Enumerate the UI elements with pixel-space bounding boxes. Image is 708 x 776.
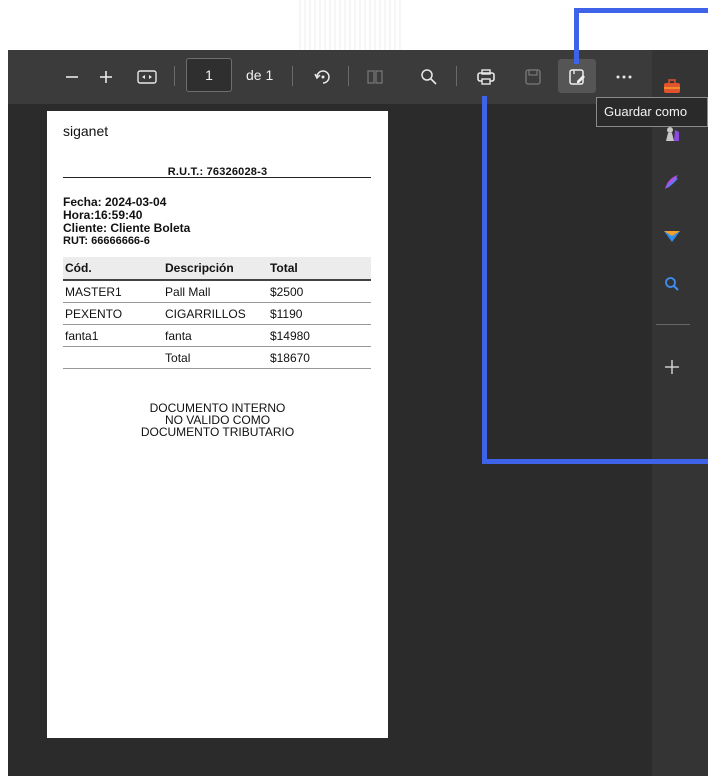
zoom-out-icon[interactable] bbox=[60, 62, 84, 92]
pen-icon[interactable] bbox=[656, 170, 688, 194]
table-total-row: Total $18670 bbox=[63, 346, 371, 369]
send-icon[interactable] bbox=[656, 224, 688, 248]
table-cell: $1190 bbox=[267, 302, 371, 325]
table-cell bbox=[63, 346, 164, 369]
save-as-icon[interactable] bbox=[564, 62, 590, 92]
page-number-input[interactable]: 1 bbox=[186, 58, 232, 92]
toolbox-icon[interactable] bbox=[656, 74, 688, 98]
table-cell: $18670 bbox=[267, 346, 371, 369]
save-icon bbox=[520, 62, 546, 92]
save-as-tooltip: Guardar como bbox=[596, 97, 708, 127]
search-icon[interactable] bbox=[656, 272, 688, 296]
fit-width-icon[interactable] bbox=[134, 62, 160, 92]
annotation-line bbox=[574, 8, 708, 13]
note-line: DOCUMENTO TRIBUTARIO bbox=[140, 425, 295, 439]
toolbar-divider bbox=[174, 66, 175, 86]
table-cell: Total bbox=[163, 346, 268, 369]
table-cell: fanta bbox=[163, 324, 268, 347]
column-header: Total bbox=[267, 257, 371, 281]
table-cell: fanta1 bbox=[63, 324, 164, 347]
edge-sidebar bbox=[652, 104, 708, 776]
page-count: de 1 bbox=[246, 67, 274, 83]
annotation-line bbox=[482, 96, 487, 464]
table-cell: Pall Mall bbox=[163, 280, 268, 303]
pdf-page: siganet R.U.T.: 76326028-3 Fecha: 2024-0… bbox=[47, 111, 388, 738]
rotate-icon[interactable] bbox=[310, 62, 336, 92]
table-row: PEXENTO CIGARRILLOS $1190 bbox=[63, 302, 371, 325]
annotation-line bbox=[482, 459, 708, 464]
table-cell: $14980 bbox=[267, 324, 371, 347]
zoom-in-icon[interactable] bbox=[94, 62, 118, 92]
sidebar-divider bbox=[656, 324, 690, 325]
pdf-toolbar: 1 de 1 bbox=[8, 50, 708, 104]
table-cell: CIGARRILLOS bbox=[163, 302, 268, 325]
more-icon[interactable] bbox=[611, 62, 637, 92]
table-cell: MASTER1 bbox=[63, 280, 164, 303]
toolbar-divider bbox=[292, 66, 293, 86]
table-row: fanta1 fanta $14980 bbox=[63, 324, 371, 347]
search-icon[interactable] bbox=[416, 62, 442, 92]
two-page-icon bbox=[362, 62, 388, 92]
toolbar-divider bbox=[456, 66, 457, 86]
column-header: Descripción bbox=[163, 257, 268, 281]
table-cell: PEXENTO bbox=[63, 302, 164, 325]
receipt-table: Cód. Descripción Total MASTER1 Pall Mall… bbox=[63, 257, 371, 369]
legal-note: DOCUMENTO INTERNO NO VALIDO COMO DOCUMEN… bbox=[47, 402, 388, 438]
add-icon[interactable] bbox=[656, 355, 688, 379]
toolbar-divider bbox=[348, 66, 349, 86]
client-rut-line: RUT: 66666666-6 bbox=[63, 235, 150, 247]
table-cell: $2500 bbox=[267, 280, 371, 303]
divider-line bbox=[63, 177, 371, 178]
client-line: Cliente: Cliente Boleta bbox=[63, 221, 191, 235]
print-icon[interactable] bbox=[472, 62, 500, 92]
annotation-line bbox=[574, 8, 579, 64]
table-row: MASTER1 Pall Mall $2500 bbox=[63, 280, 371, 303]
site-name: siganet bbox=[63, 123, 109, 139]
table-header-row: Cód. Descripción Total bbox=[63, 257, 371, 281]
column-header: Cód. bbox=[63, 257, 164, 281]
